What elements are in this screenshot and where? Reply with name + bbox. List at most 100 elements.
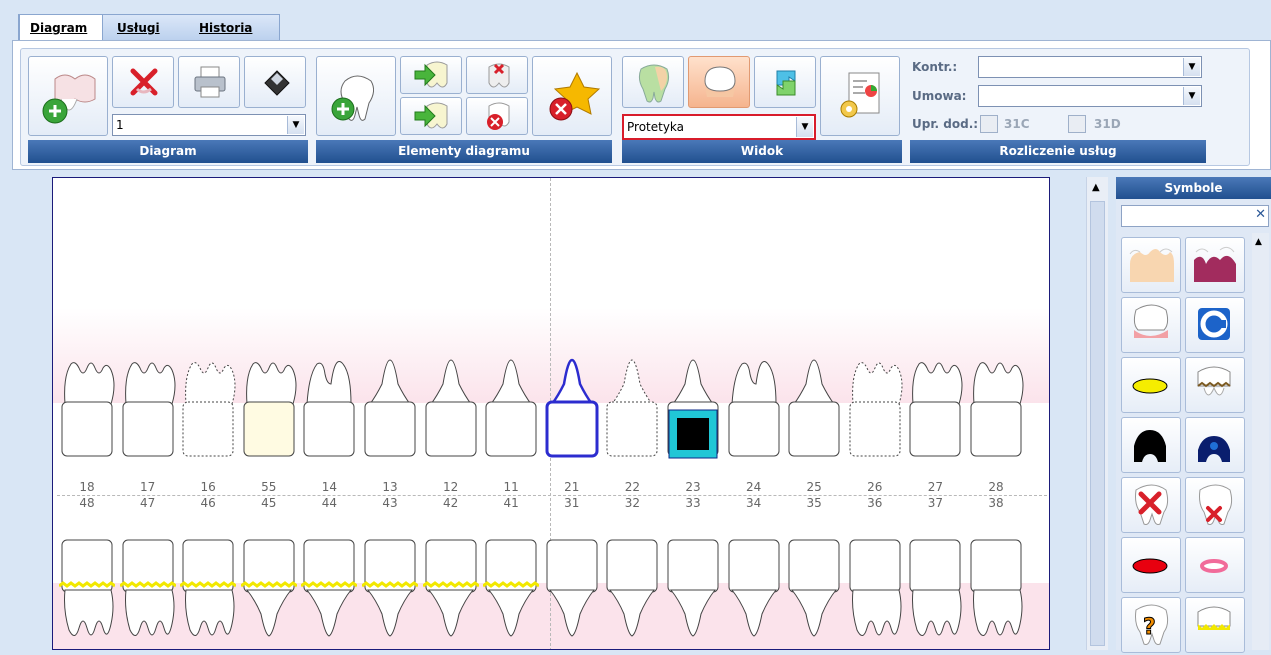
symbols-search-input[interactable]: ✕ [1121, 205, 1269, 227]
tooth-lower-45[interactable] [240, 538, 297, 648]
kontr-select[interactable]: ▼ [978, 56, 1202, 78]
chevron-down-icon[interactable]: ▼ [1183, 58, 1200, 76]
checkbox-31c[interactable] [980, 115, 998, 133]
tooth-upper-13[interactable] [362, 356, 418, 466]
symbol-blue-crown[interactable] [1185, 417, 1245, 473]
tooth-lower-34[interactable] [726, 538, 782, 648]
tooth-number-lower: 46 [200, 496, 216, 510]
tooth-upper-28[interactable] [968, 356, 1024, 466]
symbol-tooth-x[interactable] [1121, 477, 1181, 533]
symbol-crown[interactable] [1121, 297, 1181, 353]
chart-scrollbar[interactable]: ▲ [1086, 177, 1108, 650]
tooth-lower-31[interactable] [544, 538, 600, 648]
scrollbar-thumb[interactable] [1090, 201, 1105, 646]
view-general-button[interactable] [622, 56, 684, 108]
tooth-upper-12[interactable] [423, 356, 479, 466]
move-tooth-up-button[interactable] [400, 56, 462, 94]
symbol-pink-ring[interactable] [1185, 537, 1245, 593]
tooth-lower-37[interactable] [907, 538, 963, 648]
add-diagram-button[interactable] [28, 56, 108, 136]
symbol-bridge-abutment[interactable] [1121, 237, 1181, 293]
delete-diagram-button[interactable] [112, 56, 174, 108]
tooth-crown [788, 539, 840, 593]
tooth-upper-16[interactable] [180, 356, 236, 466]
tooth-root [549, 358, 595, 406]
save-diagram-button[interactable] [244, 56, 306, 108]
tab-uslugi[interactable]: Usługi [117, 15, 177, 41]
group-label-diagram: Diagram [28, 140, 308, 163]
tooth-upper-24[interactable] [726, 356, 782, 466]
bridge-abutment-icon [1129, 248, 1174, 282]
tooth-root [851, 589, 902, 636]
tooth-upper-25[interactable] [786, 356, 842, 466]
tooth-root [427, 589, 474, 637]
tooth-lower-41[interactable] [483, 538, 540, 648]
dental-chart-canvas[interactable]: 18 48 17 47 16 46 55 45 14 44 13 43 12 42 11 41 21 31 22 32… [52, 177, 1050, 650]
view-select[interactable]: Protetyka ▼ [622, 114, 816, 140]
tooth-upper-55[interactable] [241, 356, 297, 466]
tooth-lower-43[interactable] [362, 538, 418, 648]
tooth-lower-46[interactable] [180, 538, 237, 648]
view-prosthetics-button[interactable] [688, 56, 750, 108]
symbol-tooth-small-x[interactable] [1185, 477, 1245, 533]
diagram-select-value: 1 [116, 118, 124, 132]
tooth-upper-18[interactable] [59, 356, 115, 466]
symbol-bridge-gum[interactable] [1185, 237, 1245, 293]
tooth-upper-22[interactable] [604, 356, 660, 466]
move-tooth-down-button[interactable] [400, 97, 462, 135]
tooth-upper-26[interactable] [847, 356, 903, 466]
delete-tooth-button[interactable] [466, 97, 528, 135]
tooth-lower-35[interactable] [786, 538, 842, 648]
symbol-c-mark[interactable] [1185, 297, 1245, 353]
tooth-upper-27[interactable] [907, 356, 963, 466]
tooth-upper-14[interactable] [301, 356, 357, 466]
tooth-number-upper: 16 [200, 480, 216, 494]
umowa-select[interactable]: ▼ [978, 85, 1202, 107]
star-delete-icon [549, 71, 601, 121]
tab-diagram[interactable]: Diagram [19, 14, 103, 42]
clear-search-icon[interactable]: ✕ [1255, 207, 1266, 222]
scroll-up-arrow-icon[interactable]: ▲ [1092, 182, 1100, 193]
symbol-question[interactable]: ? [1121, 597, 1181, 653]
chevron-down-icon[interactable]: ▼ [1183, 87, 1200, 105]
view-refresh-button[interactable] [754, 56, 816, 108]
tooth-lower-42[interactable] [422, 538, 479, 648]
tab-historia[interactable]: Historia [199, 15, 269, 41]
tooth-number-upper: 18 [79, 480, 95, 494]
tooth-lower-36[interactable] [847, 538, 903, 648]
tooth-lower-38[interactable] [968, 538, 1024, 648]
tooth-upper-23[interactable] [665, 356, 721, 466]
tooth-upper-21[interactable] [544, 356, 600, 466]
symbol-yellow-oval[interactable] [1121, 357, 1181, 413]
tooth-small-x-icon [1199, 484, 1233, 525]
symbol-crown-line[interactable] [1185, 357, 1245, 413]
symbol-red-oval[interactable] [1121, 537, 1181, 593]
remove-element-button[interactable] [532, 56, 612, 136]
tooth-lower-33[interactable] [665, 538, 721, 648]
tooth-upper-17[interactable] [120, 356, 176, 466]
tooth-lower-48[interactable] [59, 538, 115, 648]
tooth-number-upper: 11 [503, 480, 519, 494]
chevron-down-icon[interactable]: ▼ [287, 116, 304, 134]
symbols-scroll-up-icon[interactable]: ▲ [1255, 237, 1262, 247]
tooth-crown [970, 401, 1022, 457]
print-button[interactable] [178, 56, 240, 108]
symbol-yellow-crown[interactable] [1185, 597, 1245, 653]
tooth-upper-11[interactable] [483, 356, 539, 466]
tooth-root [851, 362, 903, 405]
symbol-black-crown[interactable] [1121, 417, 1181, 473]
arrow-right-tooth-icon [414, 102, 448, 129]
tooth-lower-47[interactable] [119, 538, 176, 648]
add-tooth-button[interactable] [316, 56, 396, 136]
remove-tooth-button[interactable] [466, 56, 528, 94]
checkbox-31d[interactable] [1068, 115, 1086, 133]
chevron-down-icon[interactable]: ▼ [796, 117, 813, 137]
tooth-root [124, 589, 175, 636]
tooth-lower-32[interactable] [604, 538, 660, 648]
tooth-number-upper: 13 [382, 480, 398, 494]
tooth-root [369, 359, 411, 405]
tooth-lower-44[interactable] [301, 538, 358, 648]
symbols-scrollbar[interactable]: ▲ [1252, 233, 1269, 650]
diagram-select[interactable]: 1 ▼ [112, 114, 306, 136]
view-report-button[interactable] [820, 56, 900, 136]
